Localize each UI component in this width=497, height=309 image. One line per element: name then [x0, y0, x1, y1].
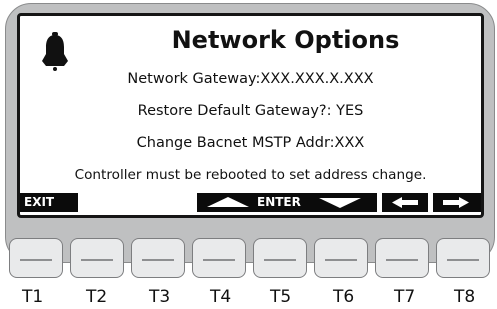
key-label-t8: T8: [454, 287, 476, 307]
reboot-notice: Controller must be rebooted to set addre…: [74, 167, 427, 183]
exit-softkey[interactable]: EXIT: [20, 193, 78, 212]
key-label-t7: T7: [394, 287, 416, 307]
right-arrow-icon: [443, 197, 469, 208]
key-dash: [325, 259, 357, 261]
left-softkey[interactable]: [382, 193, 428, 212]
key-dash: [386, 259, 418, 261]
key-label-t5: T5: [270, 287, 292, 307]
hard-key-t6[interactable]: [314, 238, 368, 278]
key-dash: [20, 259, 52, 261]
exit-softkey-label: EXIT: [24, 195, 55, 209]
hard-key-t7[interactable]: [375, 238, 429, 278]
up-arrow-icon: [207, 197, 249, 207]
lcd-screen: Network Options Network Gateway:XXX.XXX.…: [17, 13, 484, 218]
left-arrow-icon: [392, 197, 418, 208]
hard-key-t4[interactable]: [192, 238, 246, 278]
hard-key-t8[interactable]: [436, 238, 490, 278]
key-dash: [203, 259, 235, 261]
enter-softkey-group[interactable]: ENTER: [197, 193, 377, 212]
key-dash: [447, 259, 479, 261]
network-gateway-line: Network Gateway:XXX.XXX.X.XXX: [127, 71, 374, 87]
hard-key-t1[interactable]: [9, 238, 63, 278]
key-label-t6: T6: [333, 287, 355, 307]
key-label-t2: T2: [86, 287, 108, 307]
softkey-bar: EXIT ENTER: [20, 193, 481, 212]
right-softkey[interactable]: [433, 193, 481, 212]
hard-key-t2[interactable]: [70, 238, 124, 278]
key-label-t1: T1: [22, 287, 44, 307]
hard-key-t5[interactable]: [253, 238, 307, 278]
key-label-t4: T4: [210, 287, 232, 307]
key-dash: [81, 259, 113, 261]
key-dash: [142, 259, 174, 261]
enter-softkey-label: ENTER: [257, 195, 301, 209]
key-dash: [264, 259, 296, 261]
hard-key-t3[interactable]: [131, 238, 185, 278]
screen-title: Network Options: [171, 26, 400, 54]
restore-default-gateway-line: Restore Default Gateway?: YES: [137, 103, 364, 119]
change-bacnet-mstp-addr-line: Change Bacnet MSTP Addr:XXX: [136, 135, 365, 151]
down-arrow-icon: [319, 198, 361, 208]
key-label-t3: T3: [149, 287, 171, 307]
bell-icon: [42, 32, 68, 71]
